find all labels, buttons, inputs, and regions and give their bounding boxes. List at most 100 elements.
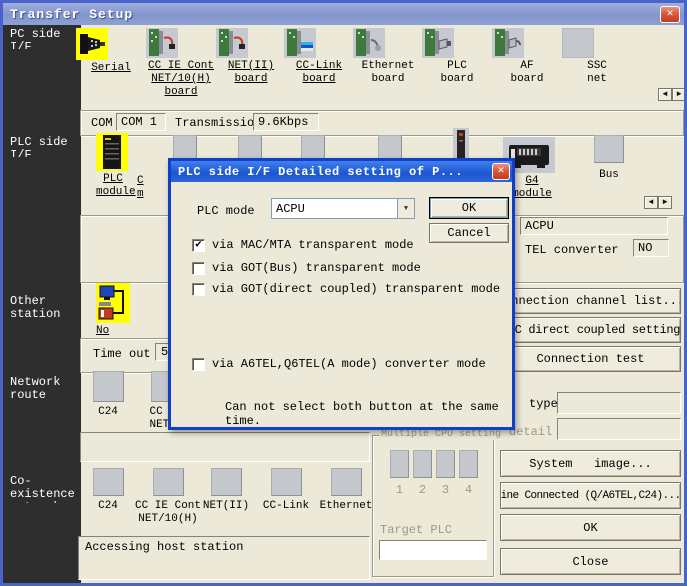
line-connected-button[interactable]: ine Connected (Q/A6TEL,C24)... bbox=[500, 482, 681, 509]
network-route-option-c24[interactable]: C24 bbox=[88, 371, 128, 419]
pc-if-label-plc-board: PLC board bbox=[422, 60, 492, 86]
checkbox-unchecked-icon[interactable] bbox=[192, 283, 205, 296]
checkbox-a6tel-q6tel-converter[interactable]: via A6TEL,Q6TEL(A mode) converter mode bbox=[192, 357, 486, 371]
window-title: Transfer Setup bbox=[10, 7, 133, 22]
c24-icon bbox=[93, 371, 124, 402]
plc-if-scroll-right-button[interactable]: ► bbox=[658, 196, 672, 209]
dialog-titlebar: PLC side I/F Detailed setting of P... bbox=[171, 161, 512, 182]
transmission-label: Transmission bbox=[171, 114, 265, 132]
checkbox-mac-mta-transparent[interactable]: ✔ via MAC/MTA transparent mode bbox=[192, 238, 414, 252]
plc-side-detail-dialog: PLC side I/F Detailed setting of P... ✕ … bbox=[168, 158, 515, 430]
tel-converter-value: NO bbox=[633, 239, 669, 257]
checkbox-got-direct-coupled-transparent[interactable]: via GOT(direct coupled) transparent mode bbox=[192, 282, 500, 296]
dialog-close-button[interactable]: ✕ bbox=[492, 163, 510, 180]
bus-label: Bus bbox=[591, 169, 627, 182]
pc-if-label-cc-ie-cont: CC IE Cont NET/10(H) board bbox=[146, 60, 216, 99]
plc-board-icon bbox=[422, 28, 492, 58]
target-plc-field[interactable] bbox=[379, 540, 487, 560]
section-sidebar: PC side I/F PLC side I/F Other station N… bbox=[3, 25, 81, 583]
ssc-net-icon bbox=[562, 28, 632, 58]
coexist-ethernet-label: Ethernet bbox=[317, 500, 375, 513]
combo-dropdown-arrow-icon[interactable]: ▼ bbox=[397, 199, 414, 218]
other-station-option-no[interactable]: No bbox=[93, 283, 133, 338]
plc-module-label: PLC module bbox=[96, 173, 130, 199]
pc-if-option-af-board[interactable]: AF board bbox=[492, 28, 562, 86]
tel-converter-label: TEL converter bbox=[521, 241, 623, 259]
target-plc-label: Target PLC bbox=[380, 523, 452, 537]
bus-icon bbox=[594, 135, 624, 163]
pc-if-option-cc-link-board[interactable]: CC-Link board bbox=[284, 28, 354, 86]
pc-if-option-ssc-net[interactable]: SSC net bbox=[562, 28, 632, 86]
pc-if-label-ethernet: Ethernet board bbox=[353, 60, 423, 86]
cpu-slot-4-number: 4 bbox=[459, 483, 478, 497]
network-route-text-box bbox=[80, 432, 370, 462]
af-board-icon bbox=[492, 28, 562, 58]
cpu-slot-1[interactable] bbox=[390, 450, 409, 478]
checkbox-label: via GOT(Bus) transparent mode bbox=[212, 261, 421, 275]
coexist-option-net2[interactable]: NET(II) bbox=[199, 468, 253, 513]
pc-if-option-plc-board[interactable]: PLC board bbox=[422, 28, 492, 86]
plc-if-option-bus[interactable]: Bus bbox=[591, 135, 627, 182]
cpu-slot-2-number: 2 bbox=[413, 483, 432, 497]
com-port-value[interactable]: COM 1 bbox=[116, 113, 166, 131]
sidebar-label-plc-side: PLC side I/F bbox=[10, 136, 84, 157]
net2-icon bbox=[211, 468, 242, 496]
coexist-option-c24[interactable]: C24 bbox=[85, 468, 131, 513]
connection-test-button[interactable]: Connection test bbox=[500, 346, 681, 372]
status-message: Accessing host station bbox=[85, 540, 243, 554]
pc-if-option-ethernet-board[interactable]: Ethernet board bbox=[353, 28, 423, 86]
sidebar-label-network-route: Network route bbox=[10, 376, 84, 404]
coexist-net2-label: NET(II) bbox=[199, 500, 253, 513]
plc-if-scroll-left-button[interactable]: ◄ bbox=[644, 196, 658, 209]
dialog-note-text: Can not select both button at the same t… bbox=[221, 398, 512, 430]
plc-mode-label: PLC mode bbox=[193, 202, 259, 220]
cpu-slot-4[interactable] bbox=[459, 450, 478, 478]
com-label: COM bbox=[87, 114, 117, 132]
plc-direct-coupled-setting-button[interactable]: PLC direct coupled setting bbox=[500, 317, 681, 343]
pc-if-option-cc-ie-cont-board[interactable]: CC IE Cont NET/10(H) board bbox=[146, 28, 216, 99]
connection-channel-list-button[interactable]: Connection channel list... bbox=[500, 288, 681, 314]
main-close-button[interactable]: Close bbox=[500, 548, 681, 575]
cc-link-board-icon bbox=[284, 28, 354, 58]
c24-icon bbox=[93, 468, 124, 496]
window-titlebar: Transfer Setup bbox=[3, 3, 684, 25]
cpu-slot-3[interactable] bbox=[436, 450, 455, 478]
cpu-slot-3-number: 3 bbox=[436, 483, 455, 497]
window-content: PC side I/F PLC side I/F Other station N… bbox=[3, 25, 684, 583]
dialog-title: PLC side I/F Detailed setting of P... bbox=[178, 165, 463, 179]
cc-link-icon bbox=[271, 468, 302, 496]
plc-if-option-plc-module[interactable]: PLC module bbox=[96, 133, 130, 199]
pc-if-label-ssc-net: SSC net bbox=[562, 60, 632, 86]
checkbox-unchecked-icon[interactable] bbox=[192, 358, 205, 371]
detail-field bbox=[557, 418, 681, 440]
transfer-setup-window: Transfer Setup ✕ PC side I/F PLC side I/… bbox=[0, 0, 687, 586]
dialog-ok-button[interactable]: OK bbox=[429, 197, 509, 219]
pc-if-scroll-left-button[interactable]: ◄ bbox=[658, 88, 672, 101]
checkbox-checked-icon[interactable]: ✔ bbox=[192, 239, 205, 252]
coexist-option-cc-link[interactable]: CC-Link bbox=[258, 468, 314, 513]
checkbox-label: via GOT(direct coupled) transparent mode bbox=[212, 282, 500, 296]
checkbox-got-bus-transparent[interactable]: via GOT(Bus) transparent mode bbox=[192, 261, 421, 275]
sidebar-label-pc-side: PC side I/F bbox=[10, 28, 84, 49]
window-close-button[interactable]: ✕ bbox=[660, 6, 680, 23]
dialog-cancel-button[interactable]: Cancel bbox=[429, 223, 509, 243]
cpu-slot-2[interactable] bbox=[413, 450, 432, 478]
main-ok-button[interactable]: OK bbox=[500, 514, 681, 541]
pc-if-option-serial[interactable]: Serial bbox=[76, 28, 146, 75]
coexist-option-cc-ie-cont[interactable]: CC IE Cont NET/10(H) bbox=[134, 468, 202, 526]
pc-if-scroll-right-button[interactable]: ► bbox=[672, 88, 684, 101]
pc-if-label-serial: Serial bbox=[76, 62, 146, 75]
plc-mode-display: ACPU bbox=[520, 217, 668, 235]
type-field bbox=[557, 392, 681, 414]
pc-if-label-cc-link: CC-Link board bbox=[284, 60, 354, 86]
pc-if-label-net2: NET(II) board bbox=[216, 60, 286, 86]
transmission-speed-value[interactable]: 9.6Kbps bbox=[253, 113, 319, 131]
plc-mode-selected-value: ACPU bbox=[272, 202, 397, 216]
pc-if-option-net2-board[interactable]: NET(II) board bbox=[216, 28, 286, 86]
multiple-cpu-legend: Multiple CPU setting bbox=[379, 429, 503, 440]
other-station-no-label: No bbox=[93, 325, 133, 338]
checkbox-unchecked-icon[interactable] bbox=[192, 262, 205, 275]
coexist-option-ethernet[interactable]: Ethernet bbox=[317, 468, 375, 513]
plc-mode-combobox[interactable]: ACPU ▼ bbox=[271, 198, 415, 219]
system-image-button[interactable]: System image... bbox=[500, 450, 681, 477]
